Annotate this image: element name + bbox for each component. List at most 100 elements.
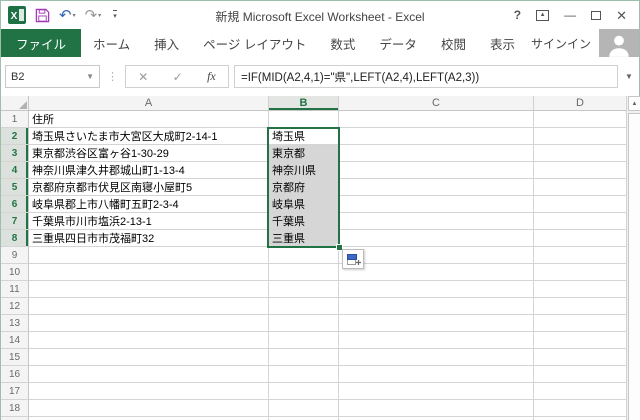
vertical-scrollbar[interactable]: ▲ <box>626 96 640 420</box>
tab-insert[interactable]: 挿入 <box>142 29 191 57</box>
cell-C12[interactable] <box>339 298 534 315</box>
undo-button[interactable]: ↶▾ <box>59 8 76 23</box>
row-header-2[interactable]: 2 <box>1 128 29 145</box>
avatar[interactable] <box>599 29 639 57</box>
cell-D11[interactable] <box>534 281 626 298</box>
cell-D7[interactable] <box>534 213 626 230</box>
column-header-B[interactable]: B <box>269 96 339 111</box>
cell-D9[interactable] <box>534 247 626 264</box>
column-header-A[interactable]: A <box>29 96 269 111</box>
customize-qat-icon[interactable]: ▾ <box>113 10 117 20</box>
cell-D17[interactable] <box>534 383 626 400</box>
cell-C18[interactable] <box>339 400 534 417</box>
cell-B9[interactable] <box>269 247 339 264</box>
undo-dropdown-icon[interactable]: ▾ <box>73 12 76 19</box>
row-header-10[interactable]: 10 <box>1 264 29 281</box>
cell-D2[interactable] <box>534 128 626 145</box>
row-header-5[interactable]: 5 <box>1 179 29 196</box>
row-header-18[interactable]: 18 <box>1 400 29 417</box>
cell-B13[interactable] <box>269 315 339 332</box>
cell-C4[interactable] <box>339 162 534 179</box>
cell-C17[interactable] <box>339 383 534 400</box>
cell-B17[interactable] <box>269 383 339 400</box>
cell-C7[interactable] <box>339 213 534 230</box>
cell-A11[interactable] <box>29 281 269 298</box>
name-box-dropdown-icon[interactable]: ▼ <box>86 72 94 81</box>
cell-A9[interactable] <box>29 247 269 264</box>
cell-B3[interactable]: 東京都 <box>269 145 339 162</box>
cell-A1[interactable]: 住所 <box>29 111 269 128</box>
cell-C9[interactable] <box>339 247 534 264</box>
sign-in-link[interactable]: サインイン <box>531 29 599 57</box>
cell-C13[interactable] <box>339 315 534 332</box>
cell-D15[interactable] <box>534 349 626 366</box>
cell-D16[interactable] <box>534 366 626 383</box>
cell-C15[interactable] <box>339 349 534 366</box>
cell-A3[interactable]: 東京都渋谷区富ヶ谷1-30-29 <box>29 145 269 162</box>
cell-D6[interactable] <box>534 196 626 213</box>
cell-B16[interactable] <box>269 366 339 383</box>
cell-B7[interactable]: 千葉県 <box>269 213 339 230</box>
row-header-6[interactable]: 6 <box>1 196 29 213</box>
cell-A15[interactable] <box>29 349 269 366</box>
cell-C16[interactable] <box>339 366 534 383</box>
row-header-8[interactable]: 8 <box>1 230 29 247</box>
row-header-14[interactable]: 14 <box>1 332 29 349</box>
cell-D10[interactable] <box>534 264 626 281</box>
formula-input[interactable]: =IF(MID(A2,4,1)="県",LEFT(A2,4),LEFT(A2,3… <box>234 65 618 88</box>
row-header-11[interactable]: 11 <box>1 281 29 298</box>
cell-B18[interactable] <box>269 400 339 417</box>
tab-page-layout[interactable]: ページ レイアウト <box>191 29 318 57</box>
tab-formulas[interactable]: 数式 <box>318 29 367 57</box>
cell-D3[interactable] <box>534 145 626 162</box>
formula-bar-expand-icon[interactable]: ▼ <box>623 72 635 81</box>
cell-D14[interactable] <box>534 332 626 349</box>
cell-D18[interactable] <box>534 400 626 417</box>
cell-D4[interactable] <box>534 162 626 179</box>
scrollbar-thumb[interactable] <box>628 113 640 420</box>
cell-B6[interactable]: 岐阜県 <box>269 196 339 213</box>
close-icon[interactable]: ✕ <box>616 9 627 22</box>
redo-button[interactable]: ↷▾ <box>85 8 102 23</box>
column-header-D[interactable]: D <box>534 96 626 111</box>
ribbon-display-options-icon[interactable]: ▲ <box>536 10 549 21</box>
cell-B5[interactable]: 京都府 <box>269 179 339 196</box>
maximize-icon[interactable] <box>591 11 601 20</box>
row-header-3[interactable]: 3 <box>1 145 29 162</box>
minimize-icon[interactable]: — <box>564 9 576 21</box>
enter-icon[interactable]: ✓ <box>173 70 183 84</box>
cell-B10[interactable] <box>269 264 339 281</box>
tab-data[interactable]: データ <box>367 29 429 57</box>
cell-C5[interactable] <box>339 179 534 196</box>
cancel-icon[interactable]: ✕ <box>138 70 148 84</box>
scroll-up-icon[interactable]: ▲ <box>628 96 640 111</box>
row-header-15[interactable]: 15 <box>1 349 29 366</box>
tab-home[interactable]: ホーム <box>81 29 142 57</box>
cell-A7[interactable]: 千葉県市川市塩浜2-13-1 <box>29 213 269 230</box>
cell-B8[interactable]: 三重県 <box>269 230 339 247</box>
help-icon[interactable]: ? <box>514 9 521 21</box>
autofill-options-button[interactable] <box>342 249 364 269</box>
row-header-9[interactable]: 9 <box>1 247 29 264</box>
column-header-C[interactable]: C <box>339 96 534 111</box>
cell-A18[interactable] <box>29 400 269 417</box>
cell-A6[interactable]: 岐阜県郡上市八幡町五町2-3-4 <box>29 196 269 213</box>
cell-D1[interactable] <box>534 111 626 128</box>
cell-B11[interactable] <box>269 281 339 298</box>
cell-A5[interactable]: 京都府京都市伏見区南寝小屋町5 <box>29 179 269 196</box>
tab-review[interactable]: 校閲 <box>429 29 478 57</box>
cell-B4[interactable]: 神奈川県 <box>269 162 339 179</box>
row-header-7[interactable]: 7 <box>1 213 29 230</box>
select-all-button[interactable] <box>1 96 29 111</box>
cell-C8[interactable] <box>339 230 534 247</box>
cell-C3[interactable] <box>339 145 534 162</box>
cell-A14[interactable] <box>29 332 269 349</box>
cell-A4[interactable]: 神奈川県津久井郡城山町1-13-4 <box>29 162 269 179</box>
name-box[interactable]: B2 ▼ <box>5 65 100 88</box>
cell-A2[interactable]: 埼玉県さいたま市大宮区大成町2-14-1 <box>29 128 269 145</box>
cell-C14[interactable] <box>339 332 534 349</box>
tab-file[interactable]: ファイル <box>1 29 81 57</box>
row-header-13[interactable]: 13 <box>1 315 29 332</box>
cell-B15[interactable] <box>269 349 339 366</box>
cell-A17[interactable] <box>29 383 269 400</box>
